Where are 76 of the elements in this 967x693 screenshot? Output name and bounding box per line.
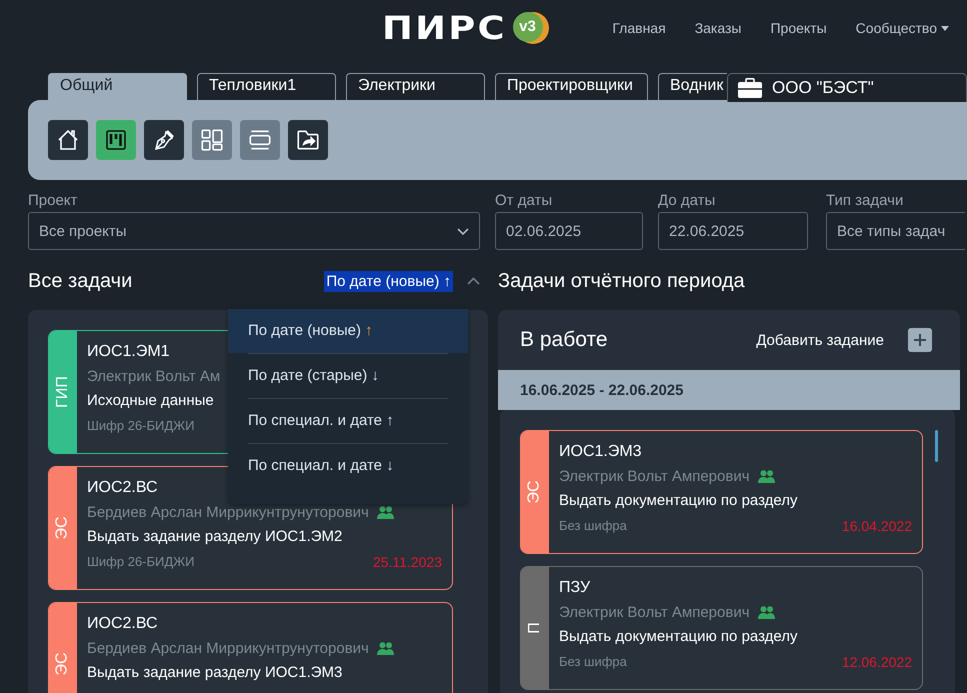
assignee-name: Бердиев Арслан Миррикунтрунуторович: [87, 504, 369, 521]
add-task-link[interactable]: Добавить задание: [750, 330, 890, 350]
cipher-text: Без шифра: [559, 518, 627, 534]
board-icon: [104, 128, 128, 152]
folder-button[interactable]: [288, 120, 328, 160]
sort-option[interactable]: По специал. и дате ↑: [248, 398, 448, 443]
cipher-text: Без шифра: [559, 654, 627, 670]
home-button[interactable]: [48, 120, 88, 160]
home-icon: [56, 128, 80, 152]
task-card[interactable]: П ПЗУ Электрик Вольт Амперович Выдать документацию по разделу Без шифра 12.06.2022: [520, 566, 923, 690]
tab[interactable]: Общий: [48, 73, 187, 100]
logo: ПИРС: [382, 12, 507, 44]
chevron-down-icon: [457, 228, 469, 234]
sort-selector[interactable]: По дате (новые) ↑: [324, 270, 453, 292]
briefcase-icon: [738, 78, 762, 98]
field-label: Проект: [28, 192, 78, 209]
tiles-button[interactable]: [192, 120, 232, 160]
assignee-name: Электрик Вольт Ам: [87, 368, 220, 385]
tiles-icon: [199, 127, 225, 153]
task-card[interactable]: ЭС ИОС2.ВС Бердиев Арслан Миррикунтрунуторович Выдать задание разделу ИОС1.ЭМ3: [48, 602, 453, 693]
input-field[interactable]: Все типы задач: [826, 212, 965, 250]
specialty-tag: ГИП: [54, 376, 72, 408]
task-title: Выдать документацию по разделу: [559, 628, 798, 645]
select-field[interactable]: Все проекты: [28, 212, 480, 250]
specialty-tag: ЭС: [526, 480, 544, 504]
due-date: 12.06.2022: [842, 654, 912, 670]
field-label: Тип задачи: [826, 192, 904, 209]
task-code: ИОС1.ЭМ1: [87, 343, 171, 361]
nav-link[interactable]: Главная: [612, 20, 666, 36]
sort-option[interactable]: По дате (новые) ↑: [228, 309, 468, 353]
due-date: 25.11.2023: [372, 554, 442, 570]
input-field[interactable]: 02.06.2025: [495, 212, 643, 250]
sort-option[interactable]: По дате (старые) ↓: [248, 353, 448, 398]
sort-option[interactable]: По специал. и дате ↓: [248, 443, 448, 488]
plus-icon: [913, 333, 927, 347]
cipher-text: Шифр 26-БИДЖИ: [87, 554, 195, 570]
task-title: Исходные данные: [87, 392, 215, 409]
task-title: Выдать задание разделу ИОС1.ЭМ2: [87, 528, 344, 545]
task-title: Выдать задание разделу ИОС1.ЭМ3: [87, 664, 344, 681]
tab[interactable]: Электрики: [346, 73, 485, 100]
pen-icon: [152, 128, 176, 152]
company-selector[interactable]: ООО "БЭСТ": [727, 73, 967, 102]
task-code: ИОС2.ВС: [87, 479, 159, 497]
task-card[interactable]: ЭС ИОС1.ЭМ3 Электрик Вольт Амперович Выдать документацию по разделу Без шифра 16.04.2022: [520, 430, 923, 554]
nav-link[interactable]: Проекты: [770, 20, 827, 36]
pen-button[interactable]: [144, 120, 184, 160]
assignee-name: Электрик Вольт Амперович: [559, 604, 750, 621]
task-title: Выдать документацию по разделу: [559, 492, 798, 509]
field-label: До даты: [658, 192, 716, 209]
field-label: От даты: [495, 192, 554, 209]
specialty-tag: П: [526, 622, 544, 634]
tab[interactable]: Проектировщики: [495, 73, 648, 100]
section-title: Все задачи: [28, 270, 132, 292]
tab[interactable]: Водник: [658, 73, 727, 100]
task-code: ИОС1.ЭМ3: [559, 443, 643, 461]
chevron-up-icon[interactable]: [467, 277, 480, 285]
section-title: Задачи отчётного периода: [498, 270, 745, 292]
assignee-name: Бердиев Арслан Миррикунтрунуторович: [87, 640, 369, 657]
task-code: ИОС2.ВС: [87, 615, 159, 633]
board-button[interactable]: [96, 120, 136, 160]
add-button[interactable]: [908, 328, 932, 352]
period-range: 16.06.2025 - 22.06.2025: [498, 370, 960, 410]
rows-button[interactable]: [240, 120, 280, 160]
nav-link[interactable]: Заказы: [694, 20, 742, 36]
specialty-tag: ЭС: [54, 652, 72, 676]
tab[interactable]: Тепловики1: [197, 73, 336, 100]
due-date: 16.04.2022: [842, 518, 912, 534]
task-code: ПЗУ: [559, 579, 592, 597]
scrollbar[interactable]: [935, 430, 938, 462]
assignee-name: Электрик Вольт Амперович: [559, 468, 750, 485]
column-title: В работе: [520, 328, 608, 352]
nav-link[interactable]: Сообщество: [856, 20, 949, 36]
specialty-tag: ЭС: [54, 516, 72, 540]
version-badge: v3: [512, 12, 542, 42]
cipher-text: Шифр 26-БИДЖИ: [87, 418, 195, 433]
input-field[interactable]: 22.06.2025: [658, 212, 808, 250]
